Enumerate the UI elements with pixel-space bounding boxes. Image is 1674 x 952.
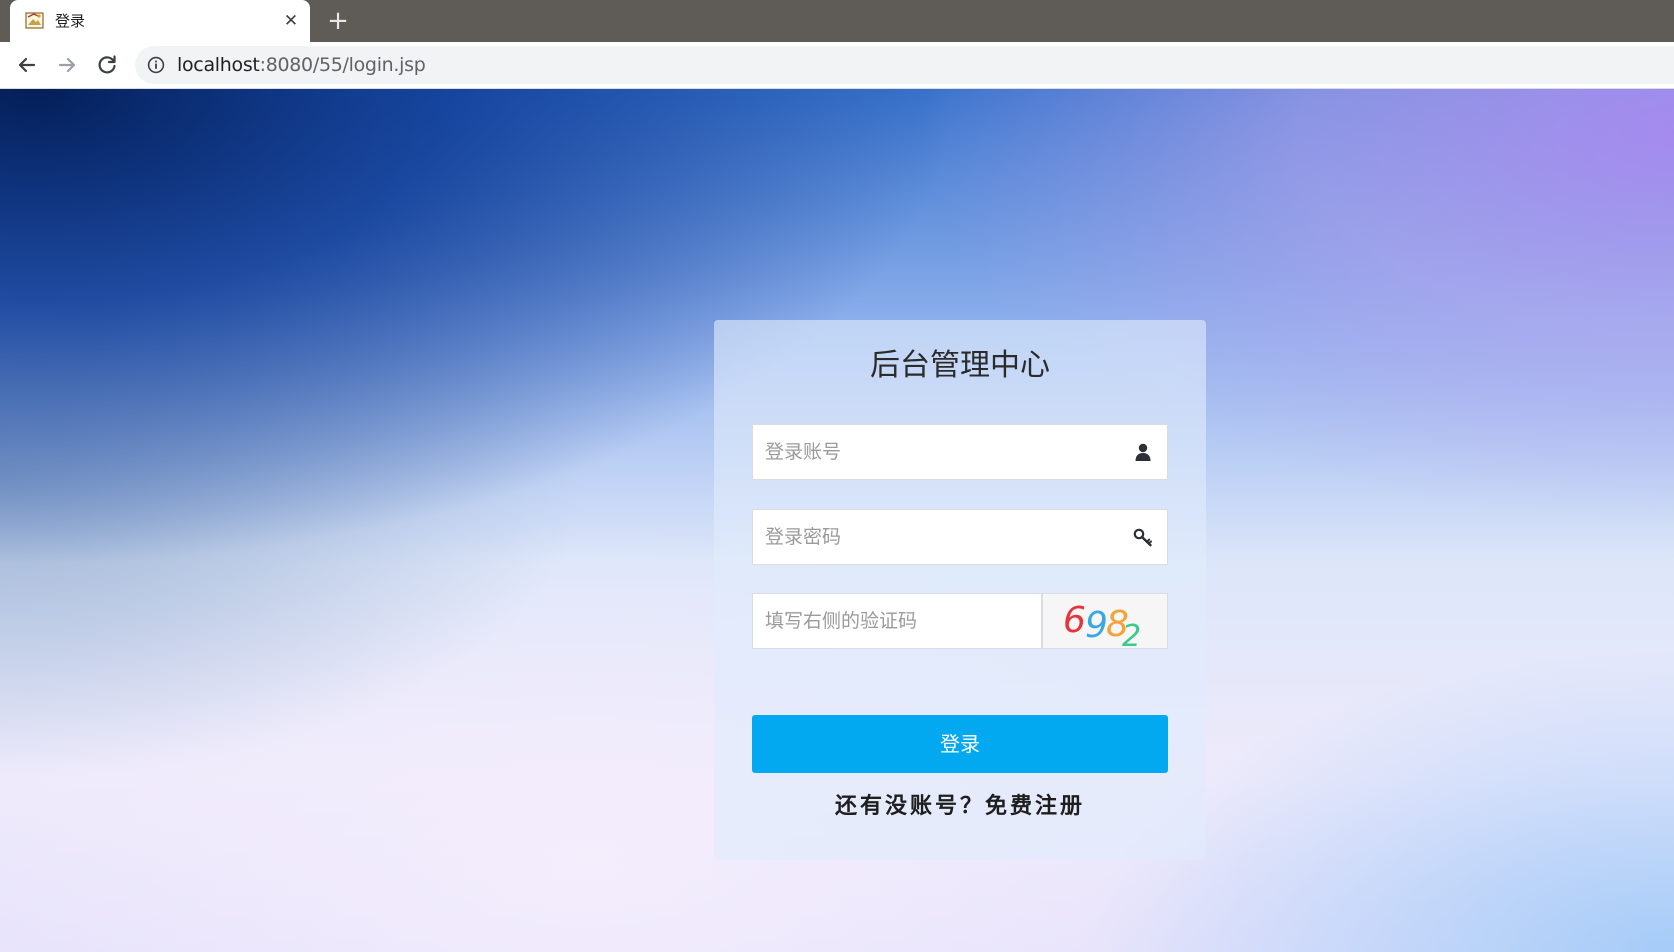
register-link[interactable]: 还有没账号？免费注册	[714, 792, 1206, 820]
tab-title: 登录	[55, 12, 86, 30]
login-button[interactable]: 登录	[752, 715, 1168, 773]
captcha-digit: 9	[1085, 605, 1108, 646]
username-field[interactable]	[752, 424, 1168, 480]
page-viewport: 后台管理中心 登录账号 填写右侧的验证码 6 9 8 2 登录 还有没账号？免费…	[0, 89, 1674, 952]
captcha-digit: 2	[1122, 619, 1141, 650]
page-favicon-icon	[25, 11, 45, 31]
captcha-image[interactable]: 6 9 8 2	[1042, 593, 1168, 650]
captcha-field[interactable]	[752, 593, 1042, 649]
address-bar[interactable]: localhost:8080/55/login.jsp	[135, 46, 1674, 84]
tab-strip: 登录 ✕ +	[0, 0, 1674, 42]
info-circle-icon[interactable]	[147, 56, 165, 74]
reload-icon[interactable]	[94, 52, 120, 78]
password-field[interactable]	[752, 509, 1168, 565]
username-input[interactable]	[765, 425, 1125, 479]
url-host: localhost	[177, 54, 260, 76]
browser-window: 登录 ✕ + localhost:8080/55/login.jsp 后台管理中…	[0, 0, 1674, 952]
new-tab-button[interactable]: +	[326, 8, 350, 34]
password-input[interactable]	[765, 510, 1125, 564]
user-icon	[1133, 442, 1153, 462]
arrow-right-icon[interactable]	[54, 52, 80, 78]
captcha-digit: 6	[1063, 600, 1086, 641]
page-title: 后台管理中心	[870, 348, 1050, 383]
browser-toolbar: localhost:8080/55/login.jsp	[0, 42, 1674, 89]
arrow-left-icon[interactable]	[14, 52, 40, 78]
browser-tab-login[interactable]: 登录 ✕	[10, 0, 310, 42]
captcha-input[interactable]	[765, 594, 1035, 648]
close-tab-icon[interactable]: ✕	[281, 11, 301, 31]
login-panel: 后台管理中心 登录账号 填写右侧的验证码 6 9 8 2 登录 还有没账号？免费…	[714, 320, 1206, 860]
key-icon	[1133, 527, 1153, 547]
address-url: localhost:8080/55/login.jsp	[177, 54, 426, 76]
url-path: :8080/55/login.jsp	[259, 54, 426, 76]
